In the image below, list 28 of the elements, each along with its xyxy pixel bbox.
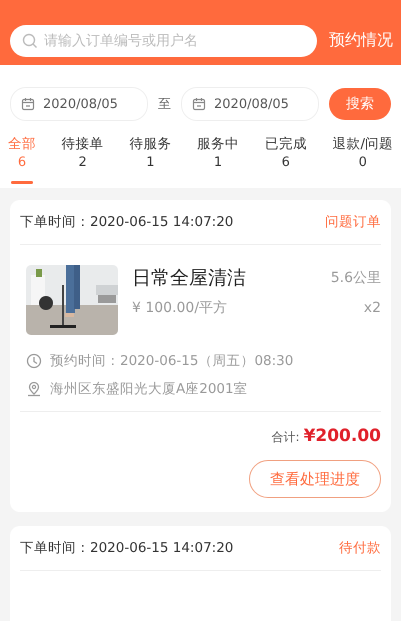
total-amount: ¥200.00 bbox=[304, 426, 381, 446]
calendar-icon bbox=[21, 97, 35, 111]
order-time: 下单时间：2020-06-15 14:07:20 bbox=[20, 539, 234, 557]
clock-icon bbox=[26, 353, 42, 369]
appointment-time: 预约时间：2020-06-15（周五）08:30 bbox=[50, 352, 294, 370]
start-date-field[interactable]: 2020/08/05 bbox=[10, 87, 148, 121]
total-label: 合计: bbox=[272, 429, 300, 446]
status-tab[interactable]: 待服务 1 bbox=[129, 135, 172, 188]
order-status: 待付款 bbox=[339, 539, 381, 557]
quantity: x2 bbox=[364, 300, 381, 316]
order-time: 下单时间：2020-06-15 14:07:20 bbox=[20, 213, 234, 231]
search-icon bbox=[22, 33, 38, 49]
status-tab[interactable]: 退款/问题 0 bbox=[332, 135, 393, 188]
status-tab[interactable]: 已完成 6 bbox=[264, 135, 307, 188]
start-date: 2020/08/05 bbox=[43, 96, 118, 112]
distance: 5.6公里 bbox=[330, 269, 381, 287]
status-tab[interactable]: 服务中 1 bbox=[197, 135, 240, 188]
end-date-field[interactable]: 2020/08/05 bbox=[181, 87, 319, 121]
address: 海州区东盛阳光大厦A座2001室 bbox=[50, 380, 248, 398]
calendar-icon bbox=[192, 97, 206, 111]
service-title: 日常全屋清洁 bbox=[132, 266, 246, 291]
date-separator: 至 bbox=[158, 96, 171, 113]
order-status: 问题订单 bbox=[325, 213, 381, 231]
location-pin-icon bbox=[26, 381, 42, 397]
search-field[interactable]: 请输入订单编号或用户名 bbox=[10, 25, 317, 57]
unit-price: ¥ 100.00/平方 bbox=[132, 299, 228, 317]
end-date: 2020/08/05 bbox=[214, 96, 289, 112]
status-tab[interactable]: 待接单 2 bbox=[62, 135, 104, 188]
